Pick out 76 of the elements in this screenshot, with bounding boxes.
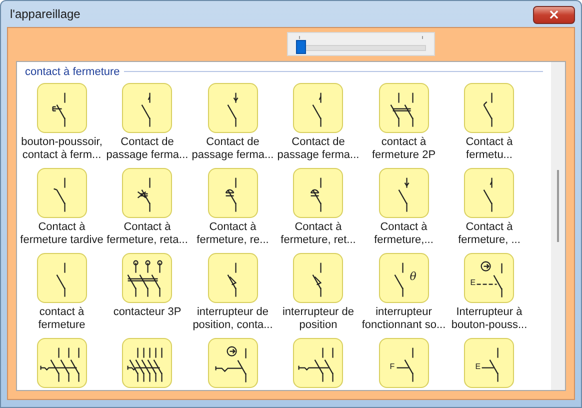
- switch-symbol-icon: [481, 347, 500, 383]
- switch-symbol-icon: [52, 177, 66, 213]
- switch-symbol-icon: [394, 262, 404, 298]
- symbol-tile[interactable]: [122, 338, 172, 388]
- symbol-label: bouton-poussoir, contact à ferm...: [21, 136, 102, 162]
- symbol-tile[interactable]: [378, 168, 429, 218]
- symbol-tile[interactable]: [293, 253, 344, 303]
- symbol-label: Contact à fermeture, reta...: [106, 221, 188, 247]
- symbol-tile[interactable]: [208, 83, 258, 133]
- symbol-label: Contact de passage ferma...: [277, 136, 360, 162]
- symbol-label: Contact à fermeture, ret...: [280, 221, 356, 247]
- switch-symbol-icon: [224, 177, 237, 213]
- close-button[interactable]: ×: [533, 6, 575, 24]
- switch-symbol-icon: [483, 177, 494, 213]
- symbol-tile[interactable]: [208, 253, 258, 303]
- symbol-letter: F: [390, 363, 395, 371]
- symbol-label: Contact à fermeture tardive: [20, 221, 104, 247]
- switch-symbol-icon: [312, 92, 322, 128]
- switch-symbol-icon: [127, 260, 164, 298]
- symbol-tile[interactable]: [36, 83, 87, 133]
- symbol-label: Contact à fermeture,...: [374, 221, 434, 247]
- symbol-tile[interactable]: F: [378, 338, 429, 388]
- symbol-tile[interactable]: [293, 168, 344, 218]
- symbol-label: contacteur 3P: [113, 306, 182, 319]
- symbol-label: Contact de passage ferma...: [192, 136, 274, 162]
- symbol-tile[interactable]: [464, 168, 514, 218]
- switch-symbol-icon: [127, 347, 164, 383]
- symbol-label: contact à fermeture 2P: [372, 136, 436, 162]
- symbol-tile[interactable]: [36, 338, 87, 388]
- symbol-label: interrupteur de position: [282, 306, 354, 332]
- switch-symbol-icon: [390, 92, 414, 128]
- symbol-label: Contact à fermeture, ...: [458, 221, 520, 247]
- symbol-label: interrupteur de position, conta...: [192, 306, 273, 332]
- switch-symbol-icon: [312, 262, 322, 298]
- switch-symbol-icon: [476, 260, 504, 298]
- symbol-tile[interactable]: [208, 338, 258, 388]
- window-title: l'appareillage: [9, 7, 80, 21]
- symbol-tile[interactable]: [36, 168, 87, 218]
- switch-symbol-icon: [310, 177, 322, 213]
- switch-symbol-icon: [483, 92, 494, 128]
- symbol-label: Contact de passage ferma...: [106, 136, 188, 162]
- symbol-tile[interactable]: θ: [378, 253, 429, 303]
- symbol-label: contact à fermeture: [38, 306, 86, 332]
- switch-symbol-icon: [141, 92, 152, 128]
- symbol-label: Contact à fermeture, re...: [196, 221, 269, 247]
- symbol-label: Contact à fermetu...: [466, 136, 513, 162]
- switch-symbol-icon: [298, 347, 334, 383]
- group-title: contact à fermeture: [25, 66, 120, 78]
- zoom-slider[interactable]: [287, 32, 435, 56]
- switch-symbol-icon: [398, 177, 410, 213]
- symbol-tile[interactable]: [378, 83, 429, 133]
- symbol-tile[interactable]: E: [464, 253, 514, 303]
- symbol-tile[interactable]: [122, 168, 172, 218]
- switch-symbol-icon: [214, 346, 247, 383]
- switch-symbol-icon: [56, 262, 66, 298]
- switch-symbol-icon: [226, 262, 237, 298]
- slider-thumb[interactable]: [296, 40, 306, 54]
- symbol-letter: θ: [410, 271, 416, 282]
- symbol-tile[interactable]: E: [464, 338, 514, 388]
- switch-symbol-icon: [226, 92, 239, 128]
- switch-symbol-icon: [40, 347, 80, 383]
- symbol-tile[interactable]: [122, 253, 172, 303]
- switch-symbol-icon: [396, 347, 414, 383]
- symbol-label: interrupteur fonctionnant so...: [362, 306, 446, 332]
- symbol-label: Interrupteur à bouton-pouss...: [451, 306, 528, 332]
- symbol-letter: E: [470, 279, 476, 287]
- symbol-letter: E: [475, 363, 481, 371]
- switch-symbol-icon: [137, 177, 152, 213]
- symbol-tile[interactable]: [293, 83, 344, 133]
- symbol-tile[interactable]: [293, 338, 344, 388]
- symbol-tile[interactable]: [464, 83, 514, 133]
- scrollbar[interactable]: [551, 62, 565, 390]
- symbol-tile[interactable]: [36, 253, 87, 303]
- symbol-tile[interactable]: [122, 83, 172, 133]
- symbol-tile[interactable]: [208, 168, 258, 218]
- switch-symbol-icon: [52, 92, 66, 128]
